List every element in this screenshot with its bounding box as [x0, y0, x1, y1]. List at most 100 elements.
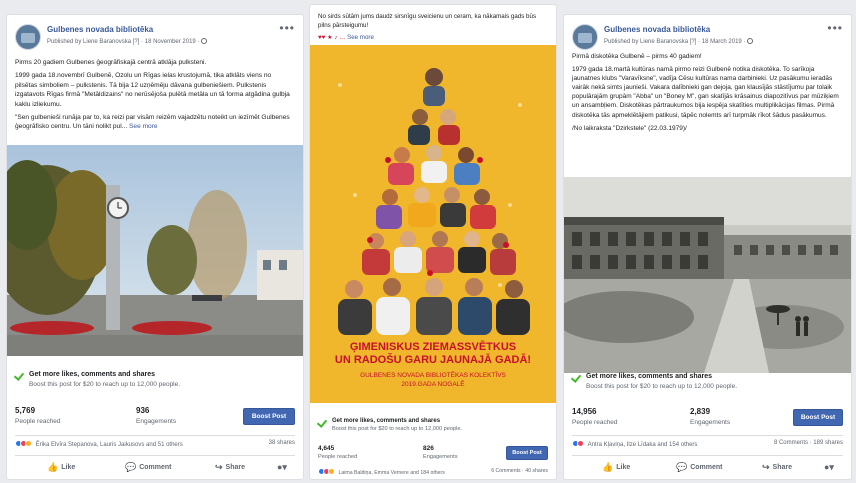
reaction-names: Antra Kļaviņa, Ilze Līdaka and 154 other…: [587, 442, 698, 448]
comments-shares-count[interactable]: 6 Comments · 40 shares: [491, 468, 548, 474]
post-meta-text: Published by Liene Baranovska [?] · 18 M…: [604, 39, 746, 45]
post-stats: 14,956 People reached 2,839 Engagements …: [572, 407, 843, 433]
christmas-poster[interactable]: ĢIMENISKUS ZIEMASSVĒTKUS UN RADOŠU GARU …: [310, 45, 556, 403]
like-button[interactable]: 👍 Like: [47, 462, 75, 473]
post-actions: 👍 Like 💬 Comment ↪ Share ●▾: [572, 460, 843, 476]
reached-label: People reached: [15, 418, 61, 425]
boost-title: Get more likes, comments and shares: [29, 371, 156, 378]
page-name-link[interactable]: Gulbenes novada bibliotēka: [604, 25, 710, 34]
boost-post-button[interactable]: Boost Post: [793, 409, 843, 426]
more-icon[interactable]: •••: [279, 22, 295, 34]
post-meta: Published by Liene Baranovska [?] · 18 M…: [604, 38, 754, 45]
page-avatar[interactable]: [572, 24, 598, 50]
comments-shares-count[interactable]: 8 Comments · 189 shares: [774, 440, 843, 446]
divider: [572, 435, 843, 436]
globe-icon: [201, 38, 208, 44]
boost-post-button[interactable]: Boost Post: [506, 446, 548, 460]
post-paragraph: 1999 gada 18.novembrī Gulbenē, Ozolu un …: [15, 72, 290, 108]
poster-signature: GULBENES NOVADA BIBLIOTĒKAS KOLEKTĪVS: [360, 372, 506, 379]
comment-label: Comment: [690, 464, 723, 471]
share-button[interactable]: ↪ Share: [215, 462, 245, 473]
see-more-link[interactable]: See more: [129, 123, 158, 130]
divider: [15, 435, 295, 436]
poster-greeting-line1: ĢIMENISKUS ZIEMASSVĒTKUS: [349, 341, 517, 353]
see-more-link[interactable]: See more: [347, 34, 374, 41]
boost-promo: Get more likes, comments and shares Boos…: [15, 371, 295, 393]
audience-selector[interactable]: ●▾: [277, 462, 290, 473]
boost-promo: Get more likes, comments and shares Boos…: [318, 418, 548, 438]
share-label: Share: [225, 464, 246, 471]
boost-promo: Get more likes, comments and shares Boos…: [572, 373, 843, 395]
post-paragraph: ♥♥ ★ ♪ … See more: [318, 34, 548, 43]
post-paragraph: Pirms 20 gadiem Gulbenes ģeogrāfiskajā c…: [15, 59, 207, 66]
boost-subtitle: Boost this post for $20 to reach up to 1…: [586, 383, 738, 390]
reactions-row[interactable]: Laima Baldiņa, Emma Vernere and 184 othe…: [318, 468, 548, 477]
reached-label: People reached: [318, 454, 358, 460]
post-photo-clock[interactable]: [7, 145, 303, 356]
reactions-row[interactable]: Antra Kļaviņa, Ilze Līdaka and 154 other…: [572, 440, 843, 450]
globe-icon: [747, 38, 754, 44]
comment-label: Comment: [139, 464, 172, 471]
check-icon: [318, 418, 328, 426]
post-photo-disco[interactable]: [564, 177, 851, 373]
reaction-names: Laima Baldiņa, Emma Vernere and 184 othe…: [338, 470, 445, 476]
share-icon: ↪: [762, 462, 770, 472]
staff-tree-photo: [310, 45, 556, 335]
more-icon[interactable]: •••: [827, 22, 843, 34]
page-avatar[interactable]: [15, 24, 41, 50]
like-button[interactable]: 👍 Like: [602, 462, 630, 473]
share-icon: ↪: [215, 462, 223, 472]
comment-button[interactable]: 💬 Comment: [676, 462, 723, 473]
boost-subtitle: Boost this post for $20 to reach up to 1…: [332, 426, 462, 432]
audience-selector[interactable]: ●▾: [824, 462, 837, 473]
post-text: No sirds sūtām jums daudz sirsnīgu sveic…: [318, 13, 548, 47]
post-card-disco: Gulbenes novada bibliotēka Published by …: [563, 14, 852, 480]
post-actions: 👍 Like 💬 Comment ↪ Share ●▾: [15, 460, 295, 476]
check-icon: [15, 371, 25, 379]
reaction-names: Ērika Elvīra Stepanova, Lauris Jaikusovs…: [35, 442, 183, 448]
boost-post-button[interactable]: Boost Post: [243, 408, 295, 425]
archive-photo: [564, 177, 851, 373]
wow-reaction-icon: [328, 468, 335, 475]
post-paragraph: 1979 gada 18.martā kultūras namā pirmo r…: [572, 66, 839, 119]
like-icon: 👍: [602, 462, 614, 472]
engagements-label: Engagements: [136, 418, 177, 425]
post-card-christmas: No sirds sūtām jums daudz sirsnīgu sveic…: [309, 4, 557, 480]
poster-greeting-line2: UN RADOŠU GARU JAUNAJĀ GADĀ!: [334, 354, 532, 366]
post-stats: 4,645 People reached 826 Engagements Boo…: [318, 445, 548, 467]
reached-label: People reached: [572, 419, 618, 426]
comment-icon: 💬: [676, 462, 688, 472]
engagements-label: Engagements: [690, 419, 731, 426]
love-reaction-icon: [577, 440, 584, 447]
engagements-count: 826: [423, 445, 434, 452]
audience-icon: ●▾: [824, 462, 834, 472]
post-paragraph: /No laikraksta "Dzirkstele" (22.03.1979)…: [572, 124, 687, 132]
share-button[interactable]: ↪ Share: [762, 462, 792, 473]
check-icon: [572, 373, 582, 381]
emoji-row: ♥♥ ★ ♪ …: [318, 34, 348, 42]
post-paragraph: "Sen gulbenieši runāja par to, ka reizi …: [15, 113, 295, 132]
audience-icon: ●▾: [277, 462, 287, 472]
like-label: Like: [61, 464, 76, 471]
reached-count: 4,645: [318, 445, 335, 452]
engagements-label: Engagements: [423, 454, 458, 460]
engagements-count: 936: [136, 406, 150, 415]
comment-button[interactable]: 💬 Comment: [125, 462, 172, 473]
clock-photo: [7, 145, 303, 356]
share-label: Share: [772, 464, 793, 471]
divider: [572, 455, 843, 456]
like-label: Like: [616, 464, 631, 471]
engagements-count: 2,839: [690, 407, 711, 416]
reached-count: 14,956: [572, 407, 597, 416]
post-stats: 5,769 People reached 936 Engagements Boo…: [15, 406, 295, 432]
like-icon: 👍: [47, 462, 59, 472]
post-meta: Published by Liene Baranovska [?] · 18 N…: [47, 38, 208, 45]
post-card-clock: Gulbenes novada bibliotēka Published by …: [6, 14, 304, 480]
post-text: Pirms 20 gadiem Gulbenes ģeogrāfiskajā c…: [15, 58, 295, 136]
boost-title: Get more likes, comments and shares: [586, 373, 713, 380]
shares-count[interactable]: 38 shares: [269, 440, 295, 446]
reactions-row[interactable]: Ērika Elvīra Stepanova, Lauris Jaikusovs…: [15, 440, 295, 450]
reached-count: 5,769: [15, 406, 36, 415]
boost-subtitle: Boost this post for $20 to reach up to 1…: [29, 381, 181, 388]
page-name-link[interactable]: Gulbenes novada bibliotēka: [47, 25, 153, 34]
